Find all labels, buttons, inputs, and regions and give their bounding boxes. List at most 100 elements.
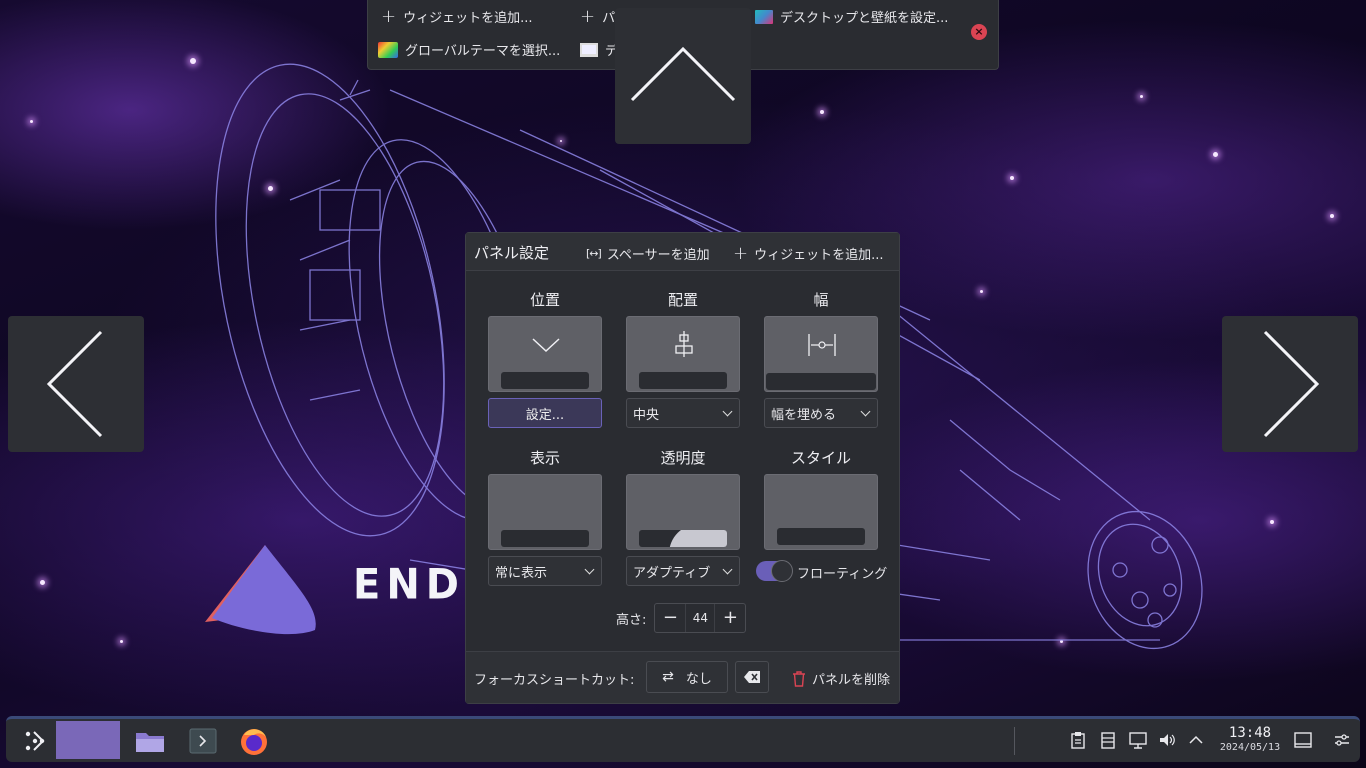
- folder-icon: [136, 733, 164, 752]
- storage-tray-button[interactable]: [1098, 730, 1118, 750]
- width-value: 幅を埋める: [771, 407, 837, 423]
- width-preview: [764, 316, 878, 392]
- next-screen-button[interactable]: [1222, 316, 1358, 452]
- add-panel-button[interactable]: + パ: [580, 7, 615, 26]
- panel-preview-bar: [501, 372, 589, 389]
- style-label: スタイル: [790, 449, 851, 467]
- app-launcher-button[interactable]: [18, 724, 52, 758]
- style-preview: [764, 474, 878, 550]
- app-launcher-icon: [25, 731, 45, 751]
- plus-icon: +: [381, 5, 397, 27]
- digital-clock[interactable]: 13:48 2024/05/13: [1214, 725, 1286, 755]
- opacity-select[interactable]: アダプティブ: [626, 556, 740, 586]
- decrease-height-button[interactable]: −: [655, 604, 685, 632]
- alignment-select[interactable]: 中央: [626, 398, 740, 428]
- star: [560, 140, 562, 142]
- chevron-down-icon: [722, 406, 733, 416]
- align-center-icon: [675, 331, 693, 357]
- panel-preview-bar: [639, 372, 727, 389]
- previous-screen-button[interactable]: [8, 316, 144, 452]
- terminal-button[interactable]: [186, 724, 220, 758]
- terminal-icon: [189, 728, 217, 754]
- global-theme-button[interactable]: グローバルテーマを選択...: [378, 40, 560, 59]
- active-task-highlight[interactable]: [56, 721, 120, 759]
- adaptive-window-shape: [669, 530, 727, 547]
- focus-shortcut-value: なし: [685, 671, 712, 687]
- wallpaper-icon: [755, 9, 773, 24]
- star: [980, 290, 983, 293]
- storage-icon: [1101, 732, 1115, 749]
- increase-height-button[interactable]: +: [715, 604, 745, 632]
- star: [1213, 152, 1218, 157]
- focus-shortcut-button[interactable]: ⇄ なし: [646, 661, 728, 693]
- height-value[interactable]: 44: [685, 604, 716, 632]
- height-label: 高さ:: [616, 612, 647, 628]
- clear-shortcut-button[interactable]: [735, 661, 769, 693]
- show-desktop-button[interactable]: [1293, 730, 1313, 750]
- endeavour-logo: [205, 545, 316, 635]
- add-widget-label: ウィジェットを追加...: [403, 11, 533, 26]
- panel-preview-bar: [501, 530, 589, 547]
- network-icon: [1129, 732, 1147, 749]
- clipboard-icon: [1071, 732, 1085, 749]
- show-hidden-tray-button[interactable]: [1186, 730, 1206, 750]
- alignment-value: 中央: [633, 407, 660, 423]
- taskbar: 13:48 2024/05/13: [6, 716, 1360, 762]
- panel-preview-bar: [766, 373, 876, 390]
- sliders-icon: [1335, 734, 1349, 746]
- height-row: 高さ: − 44 +: [616, 603, 747, 633]
- monitor-icon: [580, 42, 598, 57]
- global-theme-label: グローバルテーマを選択...: [405, 44, 561, 59]
- tray-divider: [1014, 727, 1015, 755]
- star: [1010, 176, 1014, 180]
- add-widget-button[interactable]: + ウィジェットを追加...: [381, 7, 533, 26]
- height-stepper: − 44 +: [654, 603, 747, 633]
- opacity-preview: [626, 474, 740, 550]
- visibility-value: 常に表示: [495, 565, 548, 581]
- delete-panel-button[interactable]: パネルを削除: [792, 669, 890, 688]
- position-set-button[interactable]: 設定...: [488, 398, 602, 428]
- star: [40, 580, 45, 585]
- display-settings-button[interactable]: デ: [580, 40, 618, 59]
- add-spacer-button[interactable]: [↔] スペーサーを追加: [586, 244, 710, 263]
- star: [120, 640, 123, 643]
- panel-settings-dialog: パネル設定 [↔] スペーサーを追加 + ウィジェットを追加... 位置 配置 …: [465, 232, 900, 704]
- panel-settings-toggle-button[interactable]: [1332, 730, 1352, 750]
- clipboard-tray-button[interactable]: [1068, 730, 1088, 750]
- alignment-label: 配置: [667, 291, 698, 309]
- panel-settings-footer: フォーカスショートカット: ⇄ なし パネルを削除: [466, 651, 899, 703]
- toggle-knob: [771, 560, 793, 582]
- width-select[interactable]: 幅を埋める: [764, 398, 878, 428]
- firefox-button[interactable]: [237, 724, 271, 758]
- floating-label: フローティング: [797, 567, 888, 582]
- chevron-up-icon: [630, 46, 736, 102]
- file-manager-button[interactable]: [133, 724, 167, 758]
- chevron-left-icon: [46, 330, 103, 438]
- close-edit-mode-icon[interactable]: ×: [971, 24, 987, 40]
- chevron-down-icon: [532, 338, 560, 353]
- floating-toggle[interactable]: [756, 560, 793, 582]
- trash-icon: [793, 670, 805, 687]
- position-preview[interactable]: [488, 316, 602, 392]
- desktop-wallpaper-label: デスクトップと壁紙を設定...: [780, 11, 949, 26]
- volume-icon: [1160, 734, 1175, 746]
- panel-preview-bar: [639, 530, 727, 547]
- chevron-right-icon: [1263, 330, 1320, 438]
- plus-icon: +: [733, 242, 749, 264]
- star: [1060, 640, 1063, 643]
- visibility-select[interactable]: 常に表示: [488, 556, 602, 586]
- move-up-button[interactable]: [615, 8, 751, 144]
- network-tray-button[interactable]: [1128, 730, 1148, 750]
- visibility-label: 表示: [529, 449, 560, 467]
- star: [1270, 520, 1274, 524]
- star: [190, 58, 196, 64]
- shortcut-icon: ⇄: [662, 669, 674, 685]
- desktop-wallpaper-button[interactable]: デスクトップと壁紙を設定...: [755, 7, 948, 26]
- volume-tray-button[interactable]: [1157, 730, 1177, 750]
- opacity-label: 透明度: [660, 449, 706, 467]
- add-widget-button[interactable]: + ウィジェットを追加...: [733, 244, 884, 263]
- plus-icon: +: [580, 5, 596, 27]
- add-panel-label: パ: [602, 11, 616, 26]
- star: [268, 186, 273, 191]
- opacity-value: アダプティブ: [633, 565, 711, 581]
